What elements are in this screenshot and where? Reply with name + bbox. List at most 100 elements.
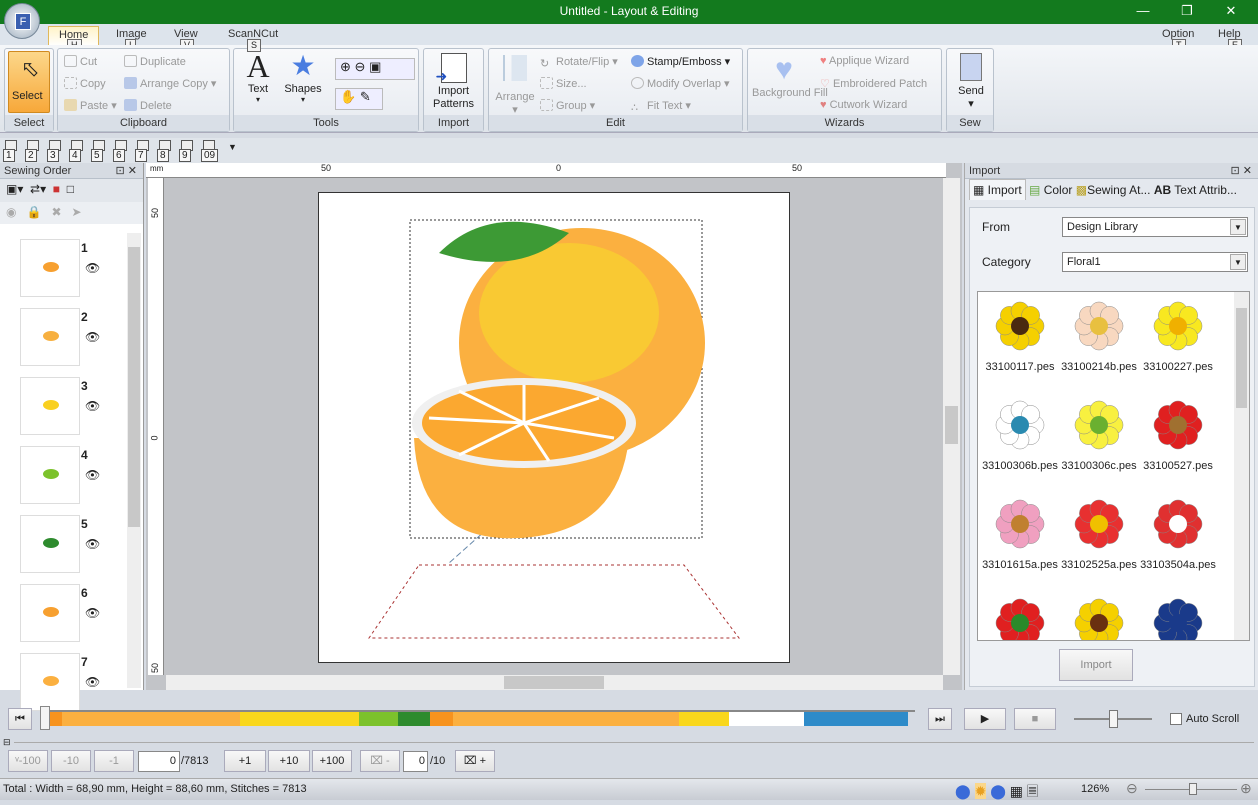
stitch-number-input[interactable]: 0	[138, 751, 180, 772]
sewing-order-item[interactable]	[20, 515, 80, 573]
modify-overlap-button[interactable]: Modify Overlap ▾	[631, 77, 730, 90]
group-button[interactable]: Group ▾	[540, 99, 595, 112]
design-thumbnail[interactable]: 33100117.pes	[982, 294, 1058, 373]
sewing-order-item[interactable]	[20, 653, 80, 711]
stitch-plus-1-button[interactable]: +1	[224, 750, 266, 772]
color-segment[interactable]	[61, 712, 240, 726]
zoom-out-icon[interactable]: ⊖	[1126, 780, 1138, 797]
color-minus-button[interactable]: ⌧ -	[360, 750, 400, 772]
shapes-button[interactable]: ★ Shapes ▾	[282, 49, 324, 104]
cutwork-wizard-button[interactable]: ♥ Cutwork Wizard	[820, 99, 907, 111]
color-plus-button[interactable]: ⌧ +	[455, 750, 495, 772]
text-button[interactable]: A Text ▾	[240, 49, 276, 104]
select-button[interactable]: ⬁ Select	[8, 51, 50, 113]
gallery-scrollbar[interactable]	[1234, 292, 1249, 640]
eye-icon[interactable]: 👁	[85, 606, 100, 620]
paste-button[interactable]: Paste ▾	[64, 99, 117, 112]
delete-button[interactable]: Delete	[124, 99, 172, 112]
close-button[interactable]: ✕	[1216, 3, 1246, 19]
rotate-flip-button[interactable]: ↻ Rotate/Flip ▾	[540, 55, 618, 70]
applique-wizard-button[interactable]: ♥ Applique Wizard	[820, 55, 909, 67]
lock-icon[interactable]: 🔒	[27, 205, 42, 219]
stitch-view-icon[interactable]: ✹	[974, 783, 987, 799]
application-menu-button[interactable]: F	[4, 3, 40, 39]
color-segment[interactable]	[803, 712, 908, 726]
sewing-order-item[interactable]	[20, 446, 80, 504]
eye-icon[interactable]: 👁	[85, 468, 100, 482]
copy-button[interactable]: Copy	[64, 77, 106, 90]
design-thumbnail[interactable]: 33102525a.pes	[1061, 492, 1137, 571]
stitch-minus-100-button[interactable]: ᵛ-100	[8, 750, 48, 772]
color-segment[interactable]	[679, 712, 729, 726]
design-thumbnail[interactable]: 33101615a.pes	[982, 492, 1058, 571]
orange-embroidery-design[interactable]	[319, 193, 789, 662]
eye-icon[interactable]: 👁	[85, 537, 100, 551]
category-dropdown[interactable]: Floral1 ▼	[1062, 252, 1248, 272]
sewing-order-item[interactable]	[20, 584, 80, 642]
color-segment[interactable]	[359, 712, 399, 726]
duplicate-button[interactable]: Duplicate	[124, 55, 186, 68]
minimize-button[interactable]: —	[1128, 3, 1158, 18]
design-thumbnail[interactable]	[982, 591, 1058, 640]
horizontal-scrollbar[interactable]	[166, 675, 943, 690]
import-button[interactable]: Import	[1059, 649, 1133, 681]
fill-view-icon[interactable]: ⬤	[990, 783, 1006, 799]
size-button[interactable]: Size...	[540, 77, 587, 90]
tab-text-attributes[interactable]: AB Text Attrib...	[1154, 183, 1237, 197]
speed-slider-thumb[interactable]	[1109, 710, 1118, 728]
vertical-scrollbar[interactable]	[943, 178, 960, 675]
sewing-order-item[interactable]	[20, 377, 80, 435]
design-thumbnail[interactable]: 33103504a.pes	[1140, 492, 1216, 571]
sewing-order-item[interactable]	[20, 239, 80, 297]
zoom-in-icon[interactable]: ⊕	[340, 59, 351, 74]
pointer-icon[interactable]: ➤	[72, 205, 82, 219]
design-thumbnail[interactable]: 33100306b.pes	[982, 393, 1058, 472]
zoom-out-icon[interactable]: ⊖	[355, 59, 366, 74]
fit-text-button[interactable]: ∴ Fit Text ▾	[631, 99, 691, 114]
stitch-minus-10-button[interactable]: -10	[51, 750, 91, 772]
tab-color[interactable]: ▤ Color	[1029, 183, 1072, 197]
restore-button[interactable]: ❐	[1172, 3, 1202, 19]
tab-import[interactable]: ▦ Import	[969, 179, 1026, 200]
import-patterns-button[interactable]: ➜ Import Patterns	[426, 51, 481, 111]
color-segment[interactable]	[452, 712, 680, 726]
eye-icon[interactable]: 👁	[85, 330, 100, 344]
eye-icon[interactable]: 👁	[85, 399, 100, 413]
design-thumbnail[interactable]: 33100227.pes	[1140, 294, 1216, 373]
stitch-plus-100-button[interactable]: +100	[312, 750, 352, 772]
play-button[interactable]: ▶	[964, 708, 1006, 730]
speed-slider[interactable]	[1074, 710, 1152, 728]
pin-close-icon[interactable]: ⊡ ✕	[116, 163, 138, 179]
sort-icon[interactable]: ⇄▾	[30, 182, 46, 196]
fit-icon[interactable]: ▣▾	[6, 182, 23, 196]
cut-button[interactable]: Cut	[64, 55, 97, 68]
measure-icon[interactable]: ✎	[360, 89, 371, 104]
background-fill-button[interactable]: ♥ Background Fill	[752, 53, 828, 99]
arrange-copy-button[interactable]: Arrange Copy ▾	[124, 77, 216, 90]
customize-toolbar-icon[interactable]: ▼	[228, 142, 237, 152]
stop-button[interactable]: ■	[1014, 708, 1056, 730]
design-thumbnail[interactable]: 33100527.pes	[1140, 393, 1216, 472]
go-to-start-button[interactable]: ⏮	[8, 708, 32, 730]
design-thumbnail[interactable]: 33100214b.pes	[1061, 294, 1137, 373]
eye-icon[interactable]: ◉	[6, 205, 16, 219]
realistic-view-icon[interactable]: ⬤	[955, 783, 971, 799]
zoom-in-icon[interactable]: ⊕	[1240, 780, 1252, 797]
color-segment[interactable]	[728, 712, 804, 726]
design-thumbnail[interactable]	[1140, 591, 1216, 640]
zoom-slider[interactable]	[1145, 783, 1237, 795]
sewing-order-item[interactable]	[20, 308, 80, 366]
auto-scroll-checkbox[interactable]	[1170, 713, 1182, 725]
delete-icon[interactable]: ✖	[51, 205, 61, 219]
design-thumbnail[interactable]: 33100306c.pes	[1061, 393, 1137, 472]
stitch-minus-1-button[interactable]: -1	[94, 750, 134, 772]
go-to-end-button[interactable]: ⏭	[928, 708, 952, 730]
design-thumbnail[interactable]	[1061, 591, 1137, 640]
stitch-plus-10-button[interactable]: +10	[268, 750, 310, 772]
arrange-button[interactable]: Arrange ▾	[493, 55, 537, 116]
color-sequence-bar[interactable]	[45, 710, 915, 726]
frame-icon[interactable]: □	[67, 182, 74, 196]
tab-sewing-attributes[interactable]: ▩Sewing At...	[1076, 183, 1151, 197]
page-icon[interactable]: 🗏	[1027, 783, 1038, 799]
zoom-fit-icon[interactable]: ▣	[369, 59, 381, 74]
